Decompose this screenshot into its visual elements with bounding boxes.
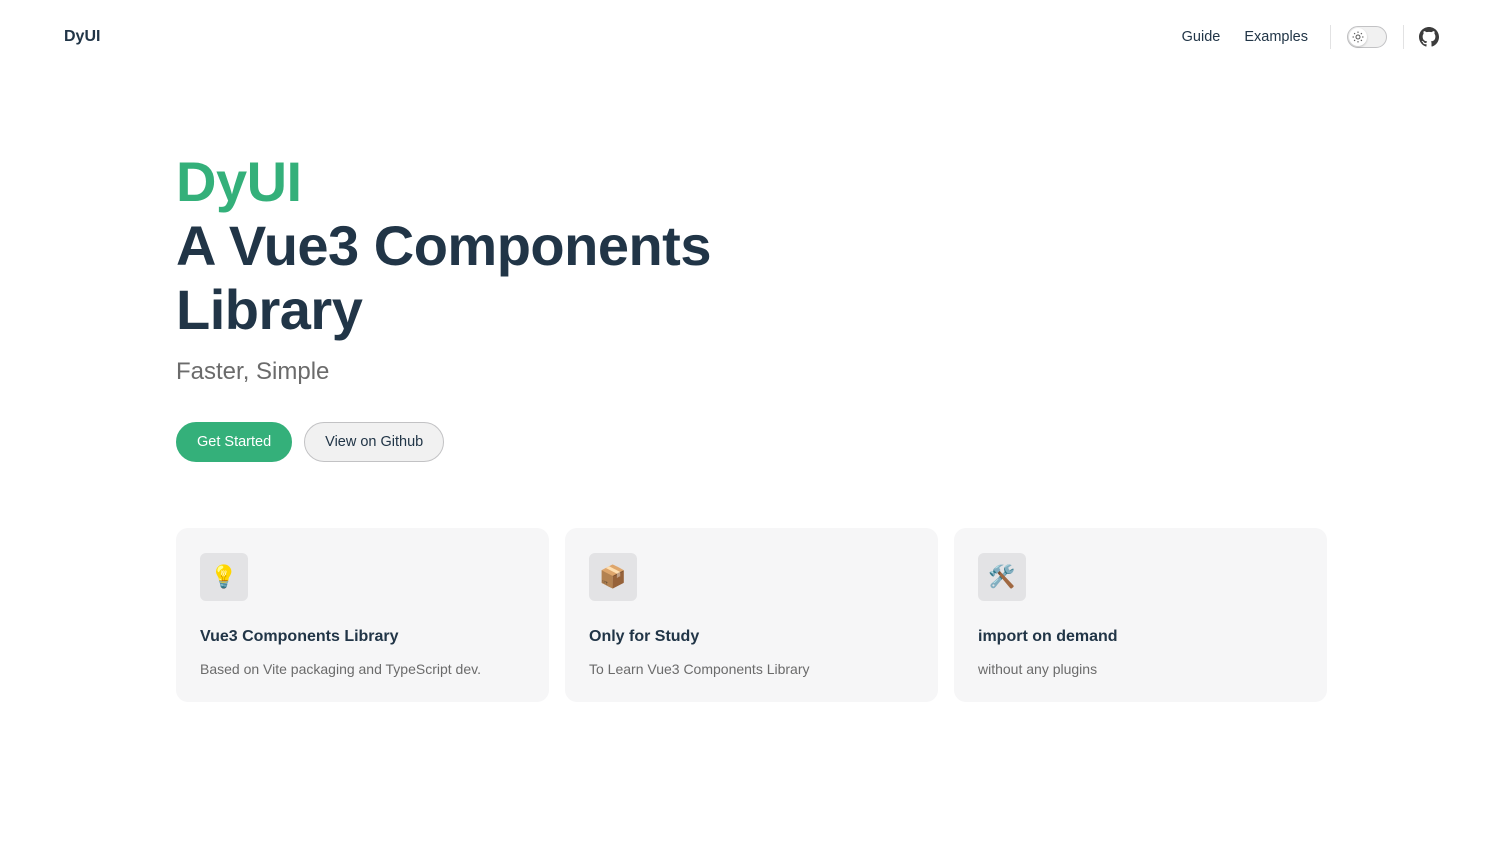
hero-title: DyUI A Vue3 Components Library — [176, 150, 976, 342]
feature-title: import on demand — [978, 628, 1118, 645]
nav-divider — [1330, 25, 1331, 49]
feature-card: 🛠️ import on demand without any plugins — [954, 528, 1327, 702]
hero-name: DyUI — [176, 150, 302, 213]
top-nav: DyUI Guide Examples — [0, 0, 1500, 74]
view-on-github-button[interactable]: View on Github — [304, 422, 445, 462]
github-icon[interactable] — [1418, 26, 1440, 48]
get-started-button[interactable]: Get Started — [176, 422, 293, 462]
theme-toggle[interactable] — [1347, 26, 1387, 48]
features-section: 💡 Vue3 Components Library Based on Vite … — [176, 528, 1327, 702]
feature-card: 📦 Only for Study To Learn Vue3 Component… — [565, 528, 938, 702]
feature-details: To Learn Vue3 Components Library — [589, 661, 810, 677]
brand-logo[interactable]: DyUI — [64, 28, 100, 46]
feature-card: 💡 Vue3 Components Library Based on Vite … — [176, 528, 549, 702]
hero-text-line2: Library — [176, 278, 363, 341]
feature-title: Vue3 Components Library — [200, 628, 399, 645]
hero-tagline: Faster, Simple — [176, 358, 330, 385]
feature-details: Based on Vite packaging and TypeScript d… — [200, 661, 481, 677]
feature-details: without any plugins — [978, 661, 1098, 677]
hero-actions: Get Started View on Github — [176, 422, 976, 462]
tools-icon: 🛠️ — [978, 553, 1026, 601]
nav-menu: Guide Examples — [1170, 0, 1440, 74]
feature-title: Only for Study — [589, 628, 700, 645]
hero-section: DyUI A Vue3 Components Library Faster, S… — [176, 150, 976, 462]
nav-link-guide[interactable]: Guide — [1170, 29, 1233, 45]
sun-icon — [1349, 28, 1367, 46]
lightbulb-icon: 💡 — [200, 553, 248, 601]
package-icon: 📦 — [589, 553, 637, 601]
nav-link-examples[interactable]: Examples — [1232, 29, 1320, 45]
hero-text-line1: A Vue3 Components — [176, 214, 711, 277]
nav-divider — [1403, 25, 1404, 49]
